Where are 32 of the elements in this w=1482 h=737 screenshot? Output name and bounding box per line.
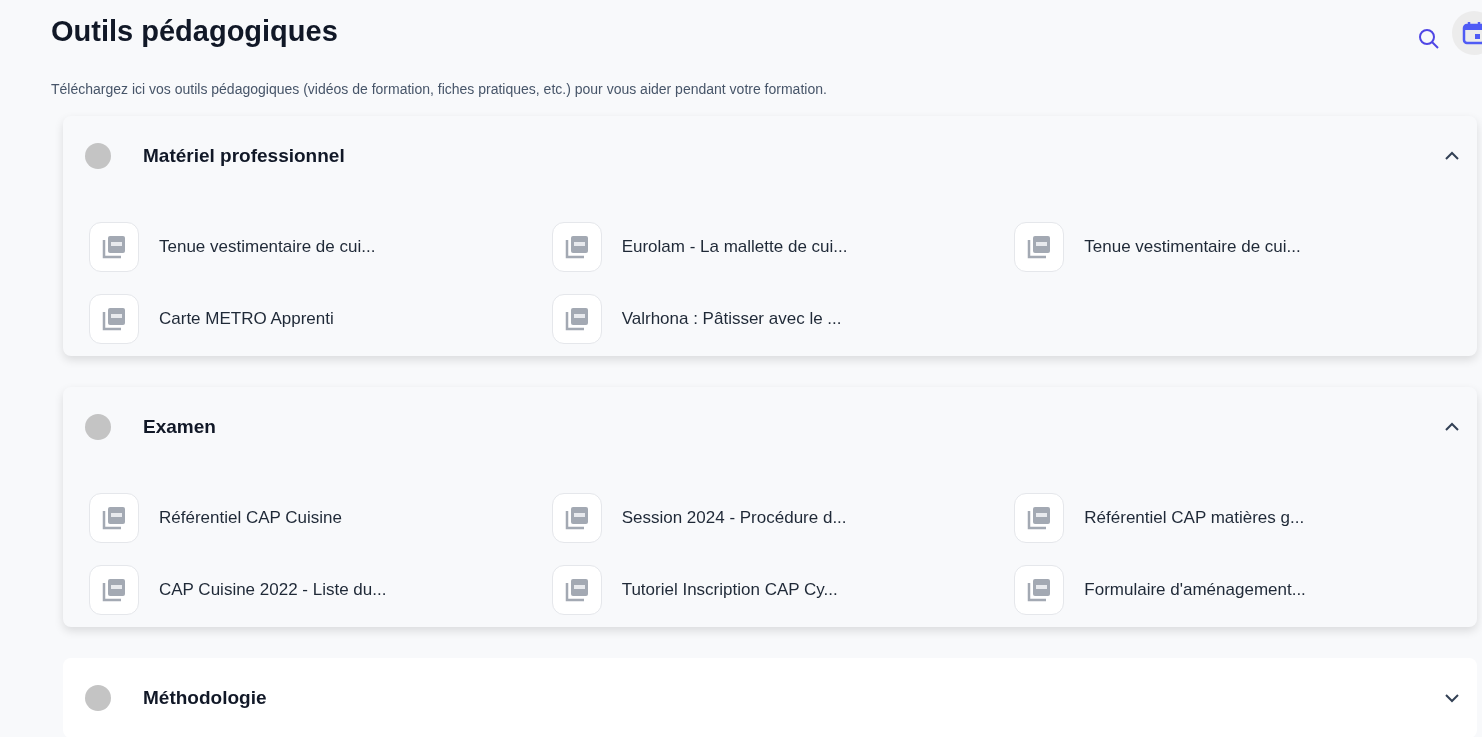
file-link[interactable]: Eurolam - La mallette de cui... (621, 234, 848, 260)
file-link[interactable]: Carte METRO Apprenti (159, 306, 334, 332)
file-link[interactable]: Référentiel CAP Cuisine (159, 505, 342, 531)
section-header[interactable]: Méthodologie (63, 658, 1477, 737)
pdf-file-icon (89, 222, 139, 272)
file-link[interactable]: Tenue vestimentaire de cui... (1084, 234, 1301, 260)
pdf-file-icon (89, 493, 139, 543)
search-icon[interactable] (1418, 27, 1440, 50)
pdf-file-icon (1014, 222, 1065, 272)
section-header[interactable]: Examen (63, 387, 1477, 467)
file-link[interactable]: Tenue vestimentaire de cui... (159, 234, 376, 260)
pdf-file-icon (1014, 493, 1065, 543)
file-link[interactable]: Tutoriel Inscription CAP Cy... (621, 577, 838, 603)
section-header[interactable]: Matériel professionnel (63, 116, 1477, 196)
calendar-icon (1462, 21, 1482, 45)
pdf-file-icon (551, 294, 602, 344)
pdf-file-icon (1014, 565, 1065, 615)
pdf-file-icon (551, 565, 602, 615)
file-link[interactable]: Valrhona : Pâtisser avec le ... (621, 306, 842, 332)
section-title: Examen (143, 414, 217, 439)
pdf-file-icon (89, 294, 139, 344)
pdf-file-icon (89, 565, 139, 615)
pdf-file-icon (551, 493, 602, 543)
file-link[interactable]: Référentiel CAP matières g... (1084, 505, 1305, 531)
file-link[interactable]: CAP Cuisine 2022 - Liste du... (159, 577, 387, 603)
pdf-file-icon (551, 222, 602, 272)
section-title: Matériel professionnel (143, 143, 346, 168)
file-link[interactable]: Formulaire d'aménagement... (1084, 577, 1306, 603)
page-description: Téléchargez ici vos outils pédagogiques (vidéos de formation, fiches pratiques, etc.) pour vous aider pendant votre formation. (51, 80, 828, 99)
page-title: Outils pédagogiques (51, 14, 339, 49)
section-title: Méthodologie (143, 685, 268, 710)
file-link[interactable]: Session 2024 - Procédure d... (621, 505, 847, 531)
